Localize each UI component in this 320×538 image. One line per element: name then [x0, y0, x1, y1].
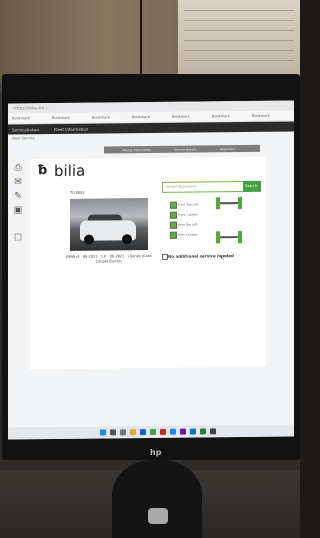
search-icon[interactable] [110, 429, 116, 436]
stand-knob [148, 508, 168, 524]
checkbox[interactable] [170, 231, 177, 239]
checklist-label: Rear Toe Left [178, 222, 198, 227]
app-nav-bar: Serviceboken Fleet Information [8, 121, 294, 135]
mail-app-icon[interactable] [170, 428, 176, 435]
tab-service[interactable]: Service Details [174, 147, 196, 151]
bookmark-item[interactable]: Bookmark [52, 116, 70, 120]
camera-icon[interactable]: ▣ [12, 205, 24, 215]
bookmark-item[interactable]: Bookmark [172, 115, 190, 119]
windows-taskbar [8, 424, 294, 440]
monitor-brand-logo: hp [150, 448, 162, 457]
edge-icon[interactable] [140, 429, 146, 436]
checkbox[interactable] [170, 221, 177, 229]
chrome-icon[interactable] [150, 428, 156, 436]
folder-icon[interactable] [130, 429, 136, 436]
checklist-item[interactable]: Rear Toe Left [170, 221, 230, 230]
brand-logo-text: bilia [54, 161, 86, 181]
bookmark-item[interactable]: Bookmark [252, 114, 270, 118]
printer-icon[interactable]: ⎙ [12, 163, 24, 173]
vehicle-registration: TU 8082 [70, 190, 85, 195]
alignment-search-input[interactable]: Wheel Alignment [162, 181, 244, 193]
mouse-cursor-icon: ↖ [220, 255, 226, 263]
car-wheel [84, 234, 94, 245]
checklist-label: Front Toe Left [178, 202, 199, 207]
vehicle-photo[interactable] [70, 198, 148, 251]
bookmark-item[interactable]: Bookmark [212, 114, 230, 118]
nav-item-home[interactable]: Serviceboken [12, 127, 39, 132]
checklist-label: Rear Camber [178, 232, 198, 237]
cable [140, 0, 142, 78]
tab-bar: Vehicle Information Service Details Alig… [104, 144, 260, 154]
wall [0, 0, 178, 78]
pencil-icon[interactable]: ✎ [12, 191, 24, 201]
car-wheel [122, 234, 132, 245]
bookmark-item[interactable]: Bookmark [12, 116, 30, 120]
checkbox[interactable] [170, 201, 177, 209]
mail-icon[interactable]: ✉ [12, 177, 24, 187]
url-text: https://bilia-srv-... [14, 105, 50, 111]
app-icon[interactable] [210, 428, 216, 435]
trash-icon[interactable]: ☐ [12, 233, 24, 243]
outlook-icon[interactable] [190, 428, 196, 435]
checklist-label: Front Camber [178, 212, 199, 217]
monitor: https://bilia-srv-... Bookmark Bookmark … [2, 74, 300, 460]
bookmark-item[interactable]: Bookmark [132, 115, 150, 119]
rear-axle-icon [216, 231, 242, 244]
breadcrumb[interactable]: Fleet Service [12, 136, 35, 140]
paper-note [178, 0, 300, 78]
checklist-item[interactable]: Front Camber [170, 211, 230, 220]
vehicle-description: BMW i4 · 08-2021 · 1 K · 08-2021 · i-Ser… [66, 253, 152, 264]
main-card: ƀ bilia TU 8082 BMW i4 · 08-2021 · 1 K ·… [30, 156, 266, 370]
start-icon[interactable] [100, 429, 106, 436]
bookmark-item[interactable]: Bookmark [92, 115, 110, 119]
nav-item-fleet[interactable]: Fleet Information [54, 126, 88, 131]
photo-scene: https://bilia-srv-... Bookmark Bookmark … [0, 0, 300, 538]
taskview-icon[interactable] [120, 429, 126, 436]
app-icon[interactable] [160, 428, 166, 435]
front-axle-icon [216, 197, 242, 210]
teams-icon[interactable] [180, 428, 186, 435]
screen: https://bilia-srv-... Bookmark Bookmark … [8, 100, 294, 440]
tab-alignment[interactable]: Alignment [220, 147, 235, 151]
search-placeholder: Wheel Alignment [166, 184, 197, 189]
tab-vehicle[interactable]: Vehicle Information [122, 147, 151, 151]
checkbox[interactable] [170, 211, 177, 219]
search-button-label: Search [245, 183, 258, 189]
monitor-stand [112, 460, 202, 538]
search-button[interactable]: Search [243, 180, 261, 193]
bilia-logo-icon: ƀ [38, 163, 48, 179]
excel-icon[interactable] [200, 428, 206, 435]
